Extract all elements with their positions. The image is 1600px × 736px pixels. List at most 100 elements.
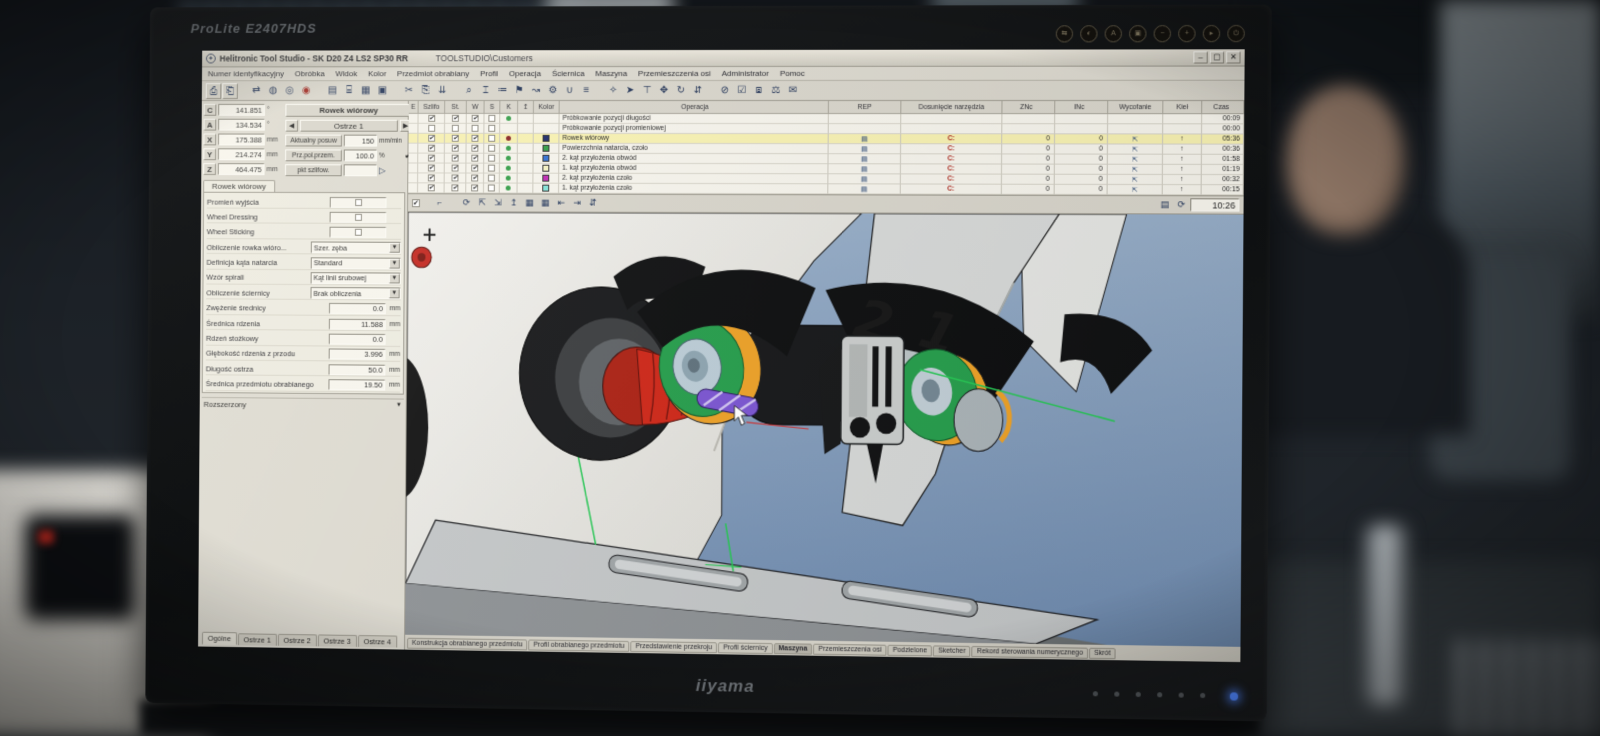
play-icon[interactable]: ▷ <box>379 165 386 176</box>
lock-icon[interactable]: ⊘ <box>717 82 733 98</box>
folder-icon[interactable]: ▦ <box>358 83 374 99</box>
menu-numer-identyfikacyjny[interactable]: Numer identyfikacyjny <box>208 69 284 78</box>
clamp-icon[interactable]: ∪ <box>562 83 578 99</box>
close-button[interactable]: ✕ <box>1226 51 1240 63</box>
prev-edge-button[interactable]: ◀ <box>285 120 298 132</box>
tab-przekroj[interactable]: Przedstawienie przekroju <box>630 641 717 653</box>
open-folder-icon[interactable]: ▤ <box>325 83 341 99</box>
grind-point-button[interactable]: pkt szlifow. <box>285 164 342 176</box>
menu-sciernica[interactable]: Ściernica <box>552 69 585 78</box>
print-preview-icon[interactable]: ⎗ <box>222 83 238 99</box>
find-icon[interactable]: ⌕ <box>461 83 477 99</box>
database-search-icon[interactable]: ◎ <box>282 83 298 99</box>
maximize-button[interactable]: ▢ <box>1210 51 1224 63</box>
pan-up-icon[interactable]: ↥ <box>507 196 521 209</box>
mail-icon[interactable]: ✉ <box>785 82 801 98</box>
viewport-checkbox[interactable]: ✔ <box>412 199 420 207</box>
kat-natarcia-select[interactable]: Standard▼ <box>311 257 401 269</box>
wheel-dressing-checkbox[interactable] <box>330 212 387 223</box>
step-back-icon[interactable]: ⇤ <box>554 197 568 210</box>
tab-sketcher[interactable]: Sketcher <box>933 645 971 657</box>
library-icon[interactable]: ⌸ <box>341 83 357 99</box>
tab-maszyna[interactable]: Maszyna <box>773 643 812 655</box>
tab-konstrukcja[interactable]: Konstrukcja obrabianego przedmiotu <box>407 638 527 651</box>
text-cursor-icon[interactable]: ⌶ <box>478 83 494 99</box>
refresh-icon[interactable]: ⟳ <box>1174 198 1188 211</box>
tab-ostrze-4[interactable]: Ostrze 4 <box>358 635 397 647</box>
move-icon[interactable]: ✥ <box>656 83 672 99</box>
transfer-icon[interactable]: ⇄ <box>248 83 264 99</box>
osd-button-plus[interactable]: + <box>1178 25 1196 42</box>
glebokosc-rdzenia-field[interactable]: 3.996 <box>329 349 386 360</box>
grind-point-value[interactable] <box>344 164 377 176</box>
axis-x-button[interactable]: X <box>203 134 216 146</box>
menu-pomoc[interactable]: Pomoc <box>780 69 805 78</box>
flag-icon[interactable]: ⚑ <box>511 83 527 99</box>
tab-przemieszczenia-osi[interactable]: Przemieszczenia osi <box>813 644 886 656</box>
tab-ostrze-1[interactable]: Ostrze 1 <box>238 633 277 645</box>
dlugosc-ostrza-field[interactable]: 50.0 <box>329 364 386 375</box>
print-icon[interactable]: ⎙ <box>206 83 222 99</box>
menu-maszyna[interactable]: Maszyna <box>595 69 627 78</box>
axis-a-button[interactable]: A <box>204 119 217 131</box>
rdzen-stozkowy-field[interactable]: 0.0 <box>329 334 386 345</box>
cut-icon[interactable]: ✂ <box>401 83 417 99</box>
feed-value[interactable]: 150 <box>344 135 377 147</box>
tab-profil-sciernicy[interactable]: Profil ściernicy <box>718 642 772 654</box>
view-side-icon[interactable]: ▦ <box>538 197 552 210</box>
osd-button-select[interactable]: ▸ <box>1203 25 1221 42</box>
rotate-view-icon[interactable]: ⟳ <box>459 196 473 209</box>
corner-select-icon[interactable]: ⌐ <box>433 196 447 209</box>
list-icon[interactable]: ≔ <box>494 83 510 99</box>
step-forward-icon[interactable]: ⇥ <box>570 197 584 210</box>
globe-icon[interactable]: ◍ <box>265 83 281 99</box>
save-icon[interactable]: ▣ <box>375 83 391 99</box>
menu-przedmiot-obrabiany[interactable]: Przedmiot obrabiany <box>397 69 469 78</box>
edge-selector[interactable]: Ostrze 1 <box>300 120 398 132</box>
layers-icon[interactable]: ≡ <box>579 83 595 99</box>
axis-c-button[interactable]: C <box>204 104 217 116</box>
flip-icon[interactable]: ⇵ <box>586 197 600 210</box>
check-circle-icon[interactable]: ☑ <box>734 82 750 98</box>
machine-3d-viewport[interactable]: 2 1 <box>405 212 1243 647</box>
swap-icon[interactable]: ⇵ <box>690 82 706 98</box>
paste-icon[interactable]: ⇊ <box>434 83 450 99</box>
zwezenie-field[interactable]: 0.0 <box>329 303 386 314</box>
osd-button-input[interactable]: ⇆ <box>1056 25 1073 42</box>
rowka-calc-select[interactable]: Szer. zęba▼ <box>311 242 401 254</box>
wheel-sticking-checkbox[interactable] <box>329 227 386 238</box>
param-tab[interactable]: Rowek wiórowy <box>203 180 275 192</box>
srednica-rdzenia-field[interactable]: 11.588 <box>329 318 386 329</box>
curve-icon[interactable]: ↝ <box>528 83 544 99</box>
scales-icon[interactable]: ⚖ <box>768 82 784 98</box>
minimize-button[interactable]: – <box>1193 51 1207 63</box>
tab-ogolne[interactable]: Ogólne <box>202 632 237 645</box>
feed-button[interactable]: Aktualny posuw <box>285 135 342 147</box>
tab-ostrze-2[interactable]: Ostrze 2 <box>278 634 317 646</box>
spirala-select[interactable]: Kąt linii śrubowej▼ <box>311 272 401 284</box>
tab-rekord-nc[interactable]: Rekord sterowania numerycznego <box>972 646 1088 659</box>
gear-icon[interactable]: ⚙ <box>545 83 561 99</box>
osd-button-menu[interactable]: ▣ <box>1129 25 1146 42</box>
pointer-icon[interactable]: ➤ <box>622 83 638 99</box>
zoom-in-icon[interactable]: ⇱ <box>475 196 489 209</box>
sciernica-calc-select[interactable]: Brak obliczenia▼ <box>310 287 400 299</box>
osd-button-minus[interactable]: − <box>1154 25 1172 42</box>
override-value[interactable]: 100.0 <box>344 150 377 162</box>
zoom-out-icon[interactable]: ⇲ <box>491 196 505 209</box>
menu-obrobka[interactable]: Obróbka <box>295 69 325 78</box>
menu-przemieszczenia-osi[interactable]: Przemieszczenia osi <box>638 69 711 78</box>
osd-button-brightness[interactable]: ◐ <box>1080 25 1097 42</box>
srednica-przedmiotu-field[interactable]: 19.50 <box>328 379 385 390</box>
menu-operacja[interactable]: Operacja <box>509 69 541 78</box>
compass-icon[interactable]: ✧ <box>605 83 621 99</box>
menu-widok[interactable]: Widok <box>335 69 357 78</box>
osd-button-power[interactable]: ⏻ <box>1227 25 1245 42</box>
osd-button-auto[interactable]: A <box>1105 25 1122 42</box>
table-row[interactable]: ✔✔✔Próbkowanie pozycji długości00:09 <box>409 114 1245 124</box>
menu-kolor[interactable]: Kolor <box>368 69 386 78</box>
copy-icon[interactable]: ⎘ <box>418 83 434 99</box>
menu-profil[interactable]: Profil <box>480 69 498 78</box>
promien-wyjscia-checkbox[interactable] <box>330 197 387 208</box>
tab-podzielone[interactable]: Podzielone <box>888 645 933 657</box>
